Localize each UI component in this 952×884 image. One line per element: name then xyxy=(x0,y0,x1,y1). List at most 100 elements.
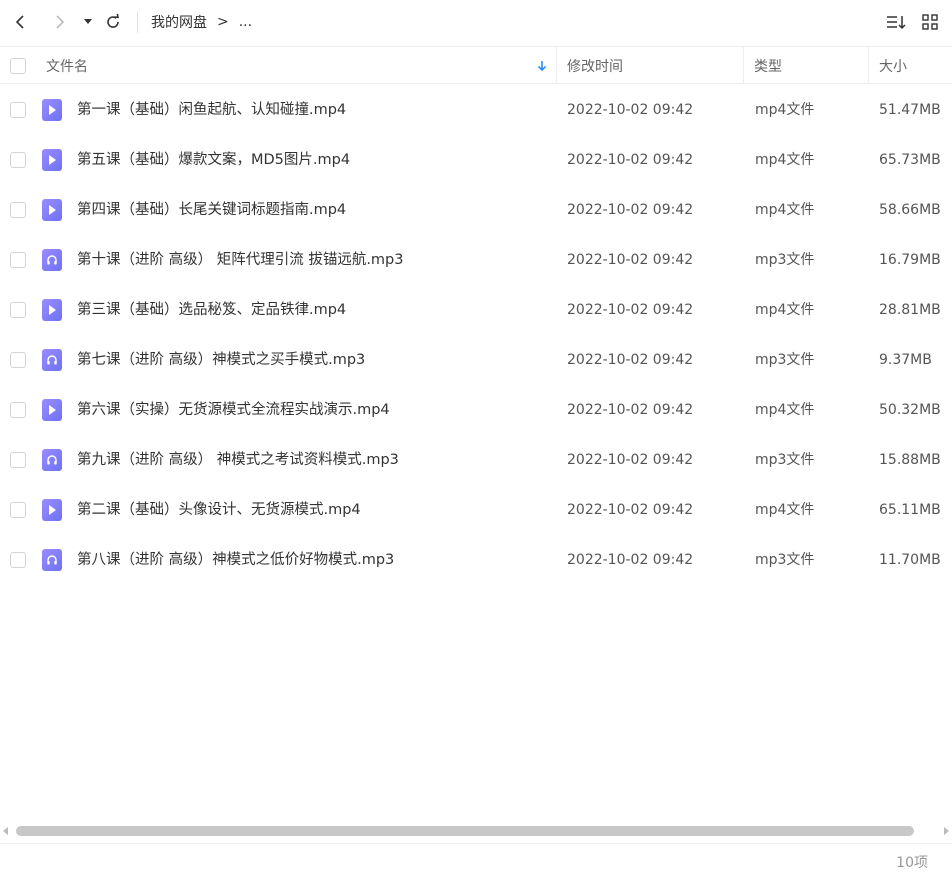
file-modified-time: 2022-10-02 09:42 xyxy=(567,152,694,168)
audio-file-icon xyxy=(42,549,62,571)
file-row[interactable]: 第一课（基础）闲鱼起航、认知碰撞.mp4 2022-10-02 09:42 mp4文… xyxy=(0,85,952,135)
history-dropdown-button[interactable] xyxy=(76,10,100,34)
chevron-left-icon xyxy=(15,15,24,29)
row-checkbox[interactable] xyxy=(10,102,26,118)
grid-view-button[interactable] xyxy=(918,10,942,34)
video-play-icon xyxy=(49,305,56,315)
scrollbar-thumb[interactable] xyxy=(16,826,914,836)
file-type: mp4文件 xyxy=(755,202,815,218)
video-play-icon xyxy=(49,155,56,165)
row-checkbox[interactable] xyxy=(10,202,26,218)
headphones-icon xyxy=(47,355,57,365)
sort-desc-indicator[interactable] xyxy=(536,47,548,84)
row-checkbox[interactable] xyxy=(10,352,26,368)
file-modified-time: 2022-10-02 09:42 xyxy=(567,252,694,268)
file-row[interactable]: 第十课（进阶 高级） 矩阵代理引流 拔锚远航.mp3 2022-10-02 09:… xyxy=(0,235,952,285)
file-modified-time: 2022-10-02 09:42 xyxy=(567,502,694,518)
file-row[interactable]: 第九课（进阶 高级） 神模式之考试资料模式.mp3 2022-10-02 09:4… xyxy=(0,435,952,485)
file-size: 58.66MB xyxy=(879,202,941,218)
column-header-size[interactable]: 大小 xyxy=(879,47,907,84)
file-size: 65.73MB xyxy=(879,152,941,168)
column-divider[interactable] xyxy=(868,47,869,84)
file-name[interactable]: 第四课（基础）长尾关键词标题指南.mp4 xyxy=(77,185,346,235)
file-name[interactable]: 第八课（进阶 高级）神模式之低价好物模式.mp3 xyxy=(77,535,394,585)
row-checkbox[interactable] xyxy=(10,502,26,518)
file-list-header: 文件名 修改时间 类型 大小 xyxy=(0,46,952,84)
video-play-icon xyxy=(49,405,56,415)
file-name[interactable]: 第五课（基础）爆款文案，MD5图片.mp4 xyxy=(77,135,350,185)
file-name[interactable]: 第七课（进阶 高级）神模式之买手模式.mp3 xyxy=(77,335,365,385)
file-row[interactable]: 第五课（基础）爆款文案，MD5图片.mp4 2022-10-02 09:42 mp4… xyxy=(0,135,952,185)
video-file-icon xyxy=(42,199,62,221)
video-file-icon xyxy=(42,499,62,521)
footer-divider xyxy=(0,843,952,844)
breadcrumb-root[interactable]: 我的网盘 xyxy=(151,12,207,32)
file-size: 15.88MB xyxy=(879,452,941,468)
file-row[interactable]: 第八课（进阶 高级）神模式之低价好物模式.mp3 2022-10-02 09:42… xyxy=(0,535,952,585)
file-name[interactable]: 第三课（基础）选品秘笈、定品铁律.mp4 xyxy=(77,285,346,335)
file-row[interactable]: 第七课（进阶 高级）神模式之买手模式.mp3 2022-10-02 09:42 mp… xyxy=(0,335,952,385)
file-modified-time: 2022-10-02 09:42 xyxy=(567,552,694,568)
file-type: mp4文件 xyxy=(755,502,815,518)
toolbar: 我的网盘 > ... xyxy=(0,0,952,44)
grid-view-icon xyxy=(922,14,938,30)
horizontal-scrollbar[interactable] xyxy=(0,823,952,839)
refresh-icon xyxy=(107,13,119,28)
file-name[interactable]: 第二课（基础）头像设计、无货源模式.mp4 xyxy=(77,485,361,535)
file-size: 65.11MB xyxy=(879,502,941,518)
row-checkbox[interactable] xyxy=(10,552,26,568)
file-size: 28.81MB xyxy=(879,302,941,318)
file-type: mp3文件 xyxy=(755,452,815,468)
file-row[interactable]: 第三课（基础）选品秘笈、定品铁律.mp4 2022-10-02 09:42 mp4文… xyxy=(0,285,952,335)
file-name[interactable]: 第十课（进阶 高级） 矩阵代理引流 拔锚远航.mp3 xyxy=(77,235,404,285)
scroll-left-arrow[interactable] xyxy=(1,826,11,836)
file-name[interactable]: 第一课（基础）闲鱼起航、认知碰撞.mp4 xyxy=(77,85,346,135)
breadcrumb: 我的网盘 > ... xyxy=(151,0,262,44)
triangle-left-icon xyxy=(3,827,8,835)
file-name[interactable]: 第六课（实操）无货源模式全流程实战演示.mp4 xyxy=(77,385,390,435)
video-play-icon xyxy=(49,505,56,515)
scrollbar-track[interactable] xyxy=(14,826,938,836)
breadcrumb-separator: > xyxy=(217,14,229,30)
audio-file-icon xyxy=(42,449,62,471)
column-header-name[interactable]: 文件名 xyxy=(46,47,88,84)
file-type: mp4文件 xyxy=(755,302,815,318)
column-divider[interactable] xyxy=(743,47,744,84)
sort-list-icon xyxy=(887,16,906,30)
refresh-button[interactable] xyxy=(101,10,125,34)
file-row[interactable]: 第四课（基础）长尾关键词标题指南.mp4 2022-10-02 09:42 mp4文… xyxy=(0,185,952,235)
breadcrumb-more[interactable]: ... xyxy=(239,14,252,30)
video-file-icon xyxy=(42,99,62,121)
row-checkbox[interactable] xyxy=(10,252,26,268)
row-checkbox[interactable] xyxy=(10,402,26,418)
file-modified-time: 2022-10-02 09:42 xyxy=(567,102,694,118)
file-size: 9.37MB xyxy=(879,352,932,368)
file-row[interactable]: 第六课（实操）无货源模式全流程实战演示.mp4 2022-10-02 09:42 m… xyxy=(0,385,952,435)
sort-button[interactable] xyxy=(884,10,908,34)
file-type: mp4文件 xyxy=(755,102,815,118)
file-size: 51.47MB xyxy=(879,102,941,118)
file-type: mp4文件 xyxy=(755,152,815,168)
file-modified-time: 2022-10-02 09:42 xyxy=(567,352,694,368)
file-row[interactable]: 第二课（基础）头像设计、无货源模式.mp4 2022-10-02 09:42 mp4… xyxy=(0,485,952,535)
row-checkbox[interactable] xyxy=(10,452,26,468)
row-checkbox[interactable] xyxy=(10,152,26,168)
column-header-type[interactable]: 类型 xyxy=(754,47,782,84)
file-modified-time: 2022-10-02 09:42 xyxy=(567,202,694,218)
toolbar-divider xyxy=(137,11,138,33)
file-name[interactable]: 第九课（进阶 高级） 神模式之考试资料模式.mp3 xyxy=(77,435,399,485)
audio-file-icon xyxy=(42,249,62,271)
file-type: mp3文件 xyxy=(755,252,815,268)
file-type: mp4文件 xyxy=(755,402,815,418)
file-type: mp3文件 xyxy=(755,352,815,368)
row-checkbox[interactable] xyxy=(10,302,26,318)
forward-button[interactable] xyxy=(47,10,71,34)
triangle-right-icon xyxy=(944,827,949,835)
select-all-checkbox[interactable] xyxy=(10,58,26,74)
file-modified-time: 2022-10-02 09:42 xyxy=(567,302,694,318)
file-size: 11.70MB xyxy=(879,552,941,568)
column-divider[interactable] xyxy=(556,47,557,84)
column-header-time[interactable]: 修改时间 xyxy=(567,47,623,84)
scroll-right-arrow[interactable] xyxy=(941,826,951,836)
back-button[interactable] xyxy=(9,10,33,34)
